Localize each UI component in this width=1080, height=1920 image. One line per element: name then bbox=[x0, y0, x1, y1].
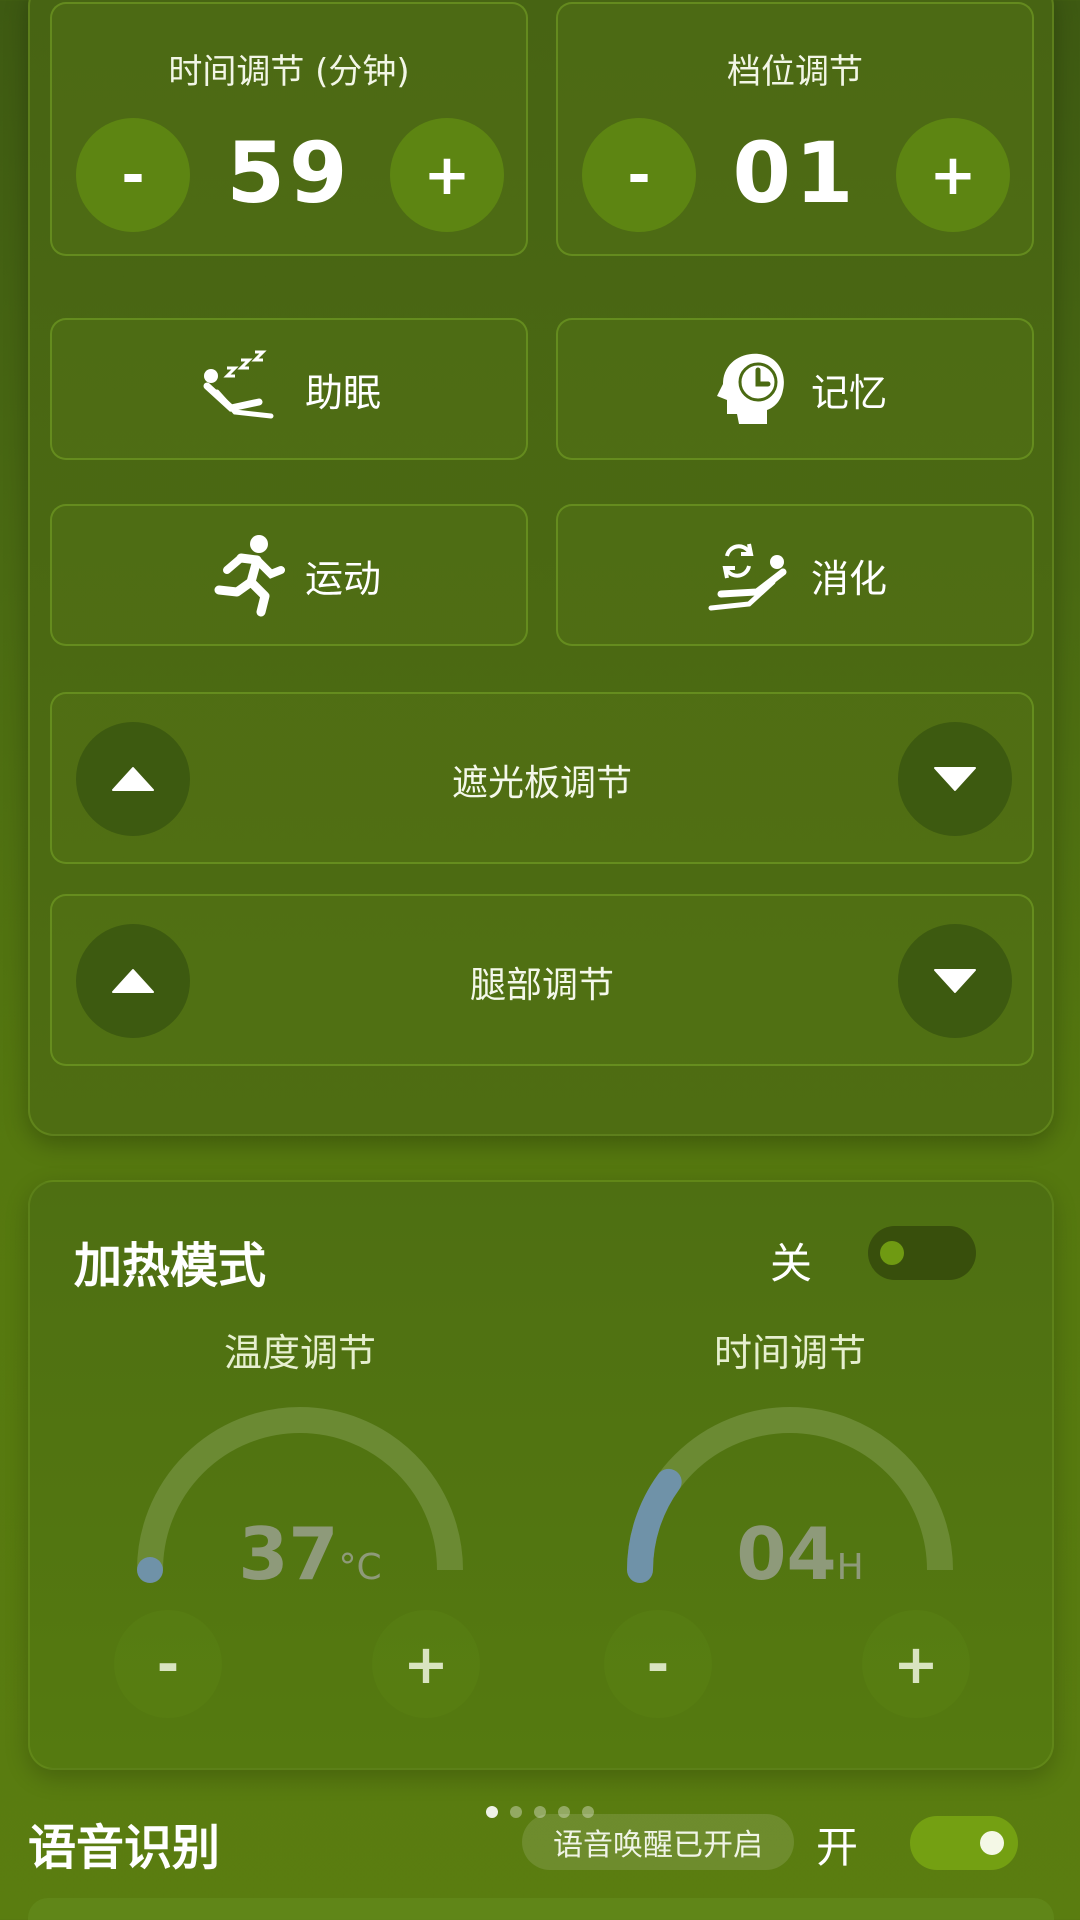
heating-time-value-readout: 04H bbox=[630, 1512, 970, 1596]
heating-mode-panel: 加热模式 关 温度调节 37°C - + 时间调节 04H - + bbox=[28, 1180, 1054, 1770]
timer-card: 时间调节 (分钟) - 59 + bbox=[50, 2, 528, 256]
heating-time-gauge-title: 时间调节 bbox=[713, 1331, 866, 1375]
voice-panel-top-edge bbox=[28, 1898, 1054, 1920]
sleep-recline-icon bbox=[197, 344, 287, 434]
heating-mode-title: 加热模式 bbox=[74, 1238, 267, 1294]
leg-adjust-row: 腿部调节 bbox=[50, 894, 1034, 1066]
temperature-plus-button[interactable]: + bbox=[372, 1610, 480, 1718]
heating-time-value: 04 bbox=[736, 1512, 837, 1596]
digest-recline-icon bbox=[703, 530, 793, 620]
temperature-unit: °C bbox=[338, 1547, 382, 1588]
temperature-gauge-title: 温度调节 bbox=[223, 1331, 376, 1375]
voice-recognition-title: 语音识别 bbox=[28, 1820, 221, 1876]
leg-adjust-label: 腿部调节 bbox=[469, 965, 614, 1006]
heating-time-minus-button[interactable]: - bbox=[604, 1610, 712, 1718]
temperature-value-readout: 37°C bbox=[140, 1512, 480, 1596]
gear-title: 档位调节 bbox=[727, 52, 863, 92]
timer-plus-button[interactable]: + bbox=[390, 118, 504, 232]
memory-clock-head-icon bbox=[703, 344, 793, 434]
timer-title: 时间调节 (分钟) bbox=[168, 52, 410, 92]
triangle-down-icon bbox=[934, 969, 976, 993]
shade-down-button[interactable] bbox=[898, 722, 1012, 836]
toggle-knob bbox=[880, 1241, 904, 1265]
page-dot[interactable] bbox=[510, 1806, 522, 1818]
page-dot[interactable] bbox=[486, 1806, 498, 1818]
mode-memory-button[interactable]: 记忆 bbox=[556, 318, 1034, 460]
heating-toggle[interactable] bbox=[868, 1226, 976, 1280]
mode-digest-label: 消化 bbox=[810, 556, 887, 601]
mode-sport-button[interactable]: 运动 bbox=[50, 504, 528, 646]
mode-digest-button[interactable]: 消化 bbox=[556, 504, 1034, 646]
heating-switch-state-label: 关 bbox=[770, 1239, 813, 1288]
voice-toggle[interactable] bbox=[910, 1816, 1018, 1870]
shade-adjust-row: 遮光板调节 bbox=[50, 692, 1034, 864]
massage-control-panel: 时间调节 (分钟) - 59 + 档位调节 - 01 + 助眠 记忆 运动 消化… bbox=[28, 0, 1054, 1136]
mode-sleep-button[interactable]: 助眠 bbox=[50, 318, 528, 460]
voice-wake-status-badge: 语音唤醒已开启 bbox=[522, 1814, 794, 1870]
heating-time-unit: H bbox=[836, 1547, 864, 1588]
heating-time-plus-button[interactable]: + bbox=[862, 1610, 970, 1718]
running-icon bbox=[197, 530, 287, 620]
temperature-minus-button[interactable]: - bbox=[114, 1610, 222, 1718]
gear-card: 档位调节 - 01 + bbox=[556, 2, 1034, 256]
shade-adjust-label: 遮光板调节 bbox=[451, 763, 632, 804]
temperature-value: 37 bbox=[238, 1512, 339, 1596]
triangle-down-icon bbox=[934, 767, 976, 791]
gear-plus-button[interactable]: + bbox=[896, 118, 1010, 232]
mode-memory-label: 记忆 bbox=[810, 370, 887, 415]
toggle-knob bbox=[980, 1831, 1004, 1855]
mode-sport-label: 运动 bbox=[304, 556, 381, 601]
voice-switch-state-label: 开 bbox=[816, 1823, 859, 1872]
mode-sleep-label: 助眠 bbox=[304, 370, 381, 415]
leg-down-button[interactable] bbox=[898, 924, 1012, 1038]
